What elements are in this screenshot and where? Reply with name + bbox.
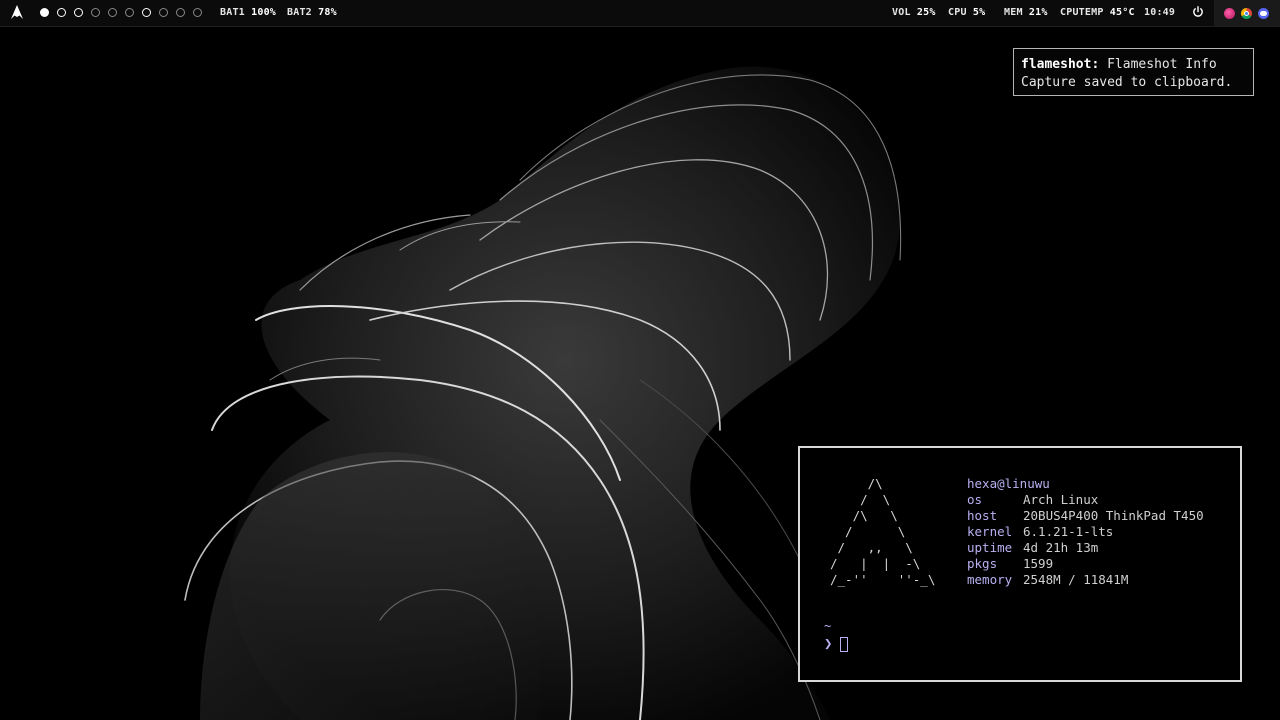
system-tray — [1214, 0, 1280, 26]
prompt-symbol: ❯ — [824, 636, 833, 652]
user-host: hexa@linuwu — [967, 476, 1050, 491]
top-status-bar: BAT1 100% BAT2 78% VOL 25% CPU 5% MEM 21… — [0, 0, 1280, 27]
fetch-row-uptime: uptime 4d 21h 13m — [967, 540, 1204, 556]
cpu-temperature-status: CPUTEMP 45°C — [1060, 7, 1135, 18]
fetch-key: os — [967, 492, 983, 507]
workspace-3[interactable] — [74, 8, 83, 17]
fetch-row-kernel: kernel 6.1.21-1-lts — [967, 524, 1204, 540]
fetch-key: kernel — [967, 524, 1013, 539]
workspace-10[interactable] — [193, 8, 202, 17]
fetch-info: hexa@linuwu os Arch Linux host 20BUS4P400 T… — [967, 476, 1204, 588]
fetch-value: 20BUS4P400 ThinkPad T450 — [1023, 508, 1204, 523]
workspace-2[interactable] — [57, 8, 66, 17]
cpu-status: CPU 5% — [948, 7, 986, 18]
fetch-row-os: os Arch Linux — [967, 492, 1204, 508]
arch-logo-icon[interactable] — [11, 5, 23, 19]
terminal-window[interactable]: /\ / \ /\ \ / \ / ,, \ / | | -\ /_-'' ''… — [798, 446, 1242, 682]
volume-status[interactable]: VOL 25% — [892, 7, 936, 18]
power-icon[interactable] — [1192, 6, 1204, 18]
app-tray-icon-pink[interactable] — [1224, 8, 1235, 19]
arch-ascii-logo: /\ / \ /\ \ / \ / ,, \ / | | -\ /_-'' ''… — [830, 476, 936, 587]
flameshot-notification[interactable]: flameshot: Flameshot Info Capture saved … — [1013, 48, 1254, 96]
terminal-cursor[interactable] — [840, 637, 848, 652]
workspace-1[interactable] — [40, 8, 49, 17]
fetch-value: 6.1.21-1-lts — [1023, 524, 1114, 539]
workspace-6[interactable] — [125, 8, 134, 17]
fetch-value: 2548M / 11841M — [1023, 572, 1129, 587]
fetch-value: 4d 21h 13m — [1023, 540, 1099, 555]
discord-icon[interactable] — [1258, 8, 1269, 19]
fetch-row-host: host 20BUS4P400 ThinkPad T450 — [967, 508, 1204, 524]
fetch-key: pkgs — [967, 556, 998, 571]
notification-title: flameshot: Flameshot Info — [1021, 57, 1217, 72]
battery-2-status: BAT2 78% — [287, 7, 337, 18]
fetch-row-pkgs: pkgs 1599 — [967, 556, 1204, 572]
current-directory: ~ — [824, 619, 832, 633]
memory-status: MEM 21% — [1004, 7, 1048, 18]
workspace-7[interactable] — [142, 8, 151, 17]
chrome-icon[interactable] — [1241, 8, 1252, 19]
notification-body: Capture saved to clipboard. — [1021, 75, 1233, 90]
fetch-key: uptime — [967, 540, 1013, 555]
fetch-key: memory — [967, 572, 1013, 587]
battery-1-status: BAT1 100% — [220, 7, 277, 18]
fetch-row-memory: memory 2548M / 11841M — [967, 572, 1204, 588]
clock[interactable]: 10:49 — [1144, 7, 1175, 18]
workspace-8[interactable] — [159, 8, 168, 17]
fetch-value: 1599 — [1023, 556, 1054, 571]
workspace-4[interactable] — [91, 8, 100, 17]
fetch-value: Arch Linux — [1023, 492, 1099, 507]
fetch-key: host — [967, 508, 998, 523]
workspace-5[interactable] — [108, 8, 117, 17]
workspace-9[interactable] — [176, 8, 185, 17]
